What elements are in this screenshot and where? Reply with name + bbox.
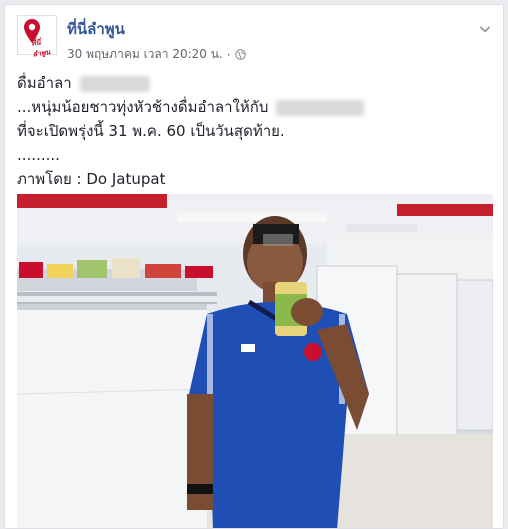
post-card: ที่นี่ลำพูน ที่นี่ลำพูน 30 พฤษภาคม เวลา … — [4, 4, 504, 529]
avatar-brand-text: ที่นี่ลำพูน — [30, 38, 51, 59]
post-photo[interactable] — [17, 194, 493, 528]
post-meta: 30 พฤษภาคม เวลา 20:20 น. · — [67, 45, 246, 64]
blurred-text — [276, 99, 365, 116]
post-text: ดื่มอำลา ...หนุ่มน้อยชาวทุ่งหัวช้างดื่มอ… — [17, 71, 493, 191]
photo-credit: ภาพโดย : Do Jatupat — [17, 170, 166, 188]
post-line: ที่จะเปิดพรุ่งนี้ 31 พ.ค. 60 เป็นวันสุดท… — [17, 119, 493, 143]
page-name-link[interactable]: ที่นี่ลำพูน — [67, 17, 125, 41]
store-scene-image — [17, 194, 493, 528]
blurred-text — [79, 75, 150, 92]
post-line-text: ......... — [17, 146, 60, 164]
post-line: ดื่มอำลา — [17, 71, 493, 95]
post-line-text: ...หนุ่มน้อยชาวทุ่งหัวช้างดื่มอำลาให้กับ — [17, 98, 269, 116]
post-line: ...หนุ่มน้อยชาวทุ่งหัวช้างดื่มอำลาให้กับ — [17, 95, 493, 119]
post-header: ที่นี่ลำพูน ที่นี่ลำพูน 30 พฤษภาคม เวลา … — [15, 15, 493, 64]
globe-icon[interactable] — [234, 49, 246, 60]
post-line: ภาพโดย : Do Jatupat — [17, 167, 493, 191]
post-timestamp[interactable]: 30 พฤษภาคม เวลา 20:20 น. — [67, 45, 223, 64]
meta-separator: · — [226, 47, 231, 62]
post-line: ......... — [17, 143, 493, 167]
chevron-down-icon[interactable] — [477, 21, 493, 37]
post-line-text: ดื่มอำลา — [17, 74, 72, 92]
post-line-text: ที่จะเปิดพรุ่งนี้ 31 พ.ค. 60 เป็นวันสุดท… — [17, 122, 285, 140]
page-avatar[interactable]: ที่นี่ลำพูน — [17, 15, 57, 59]
